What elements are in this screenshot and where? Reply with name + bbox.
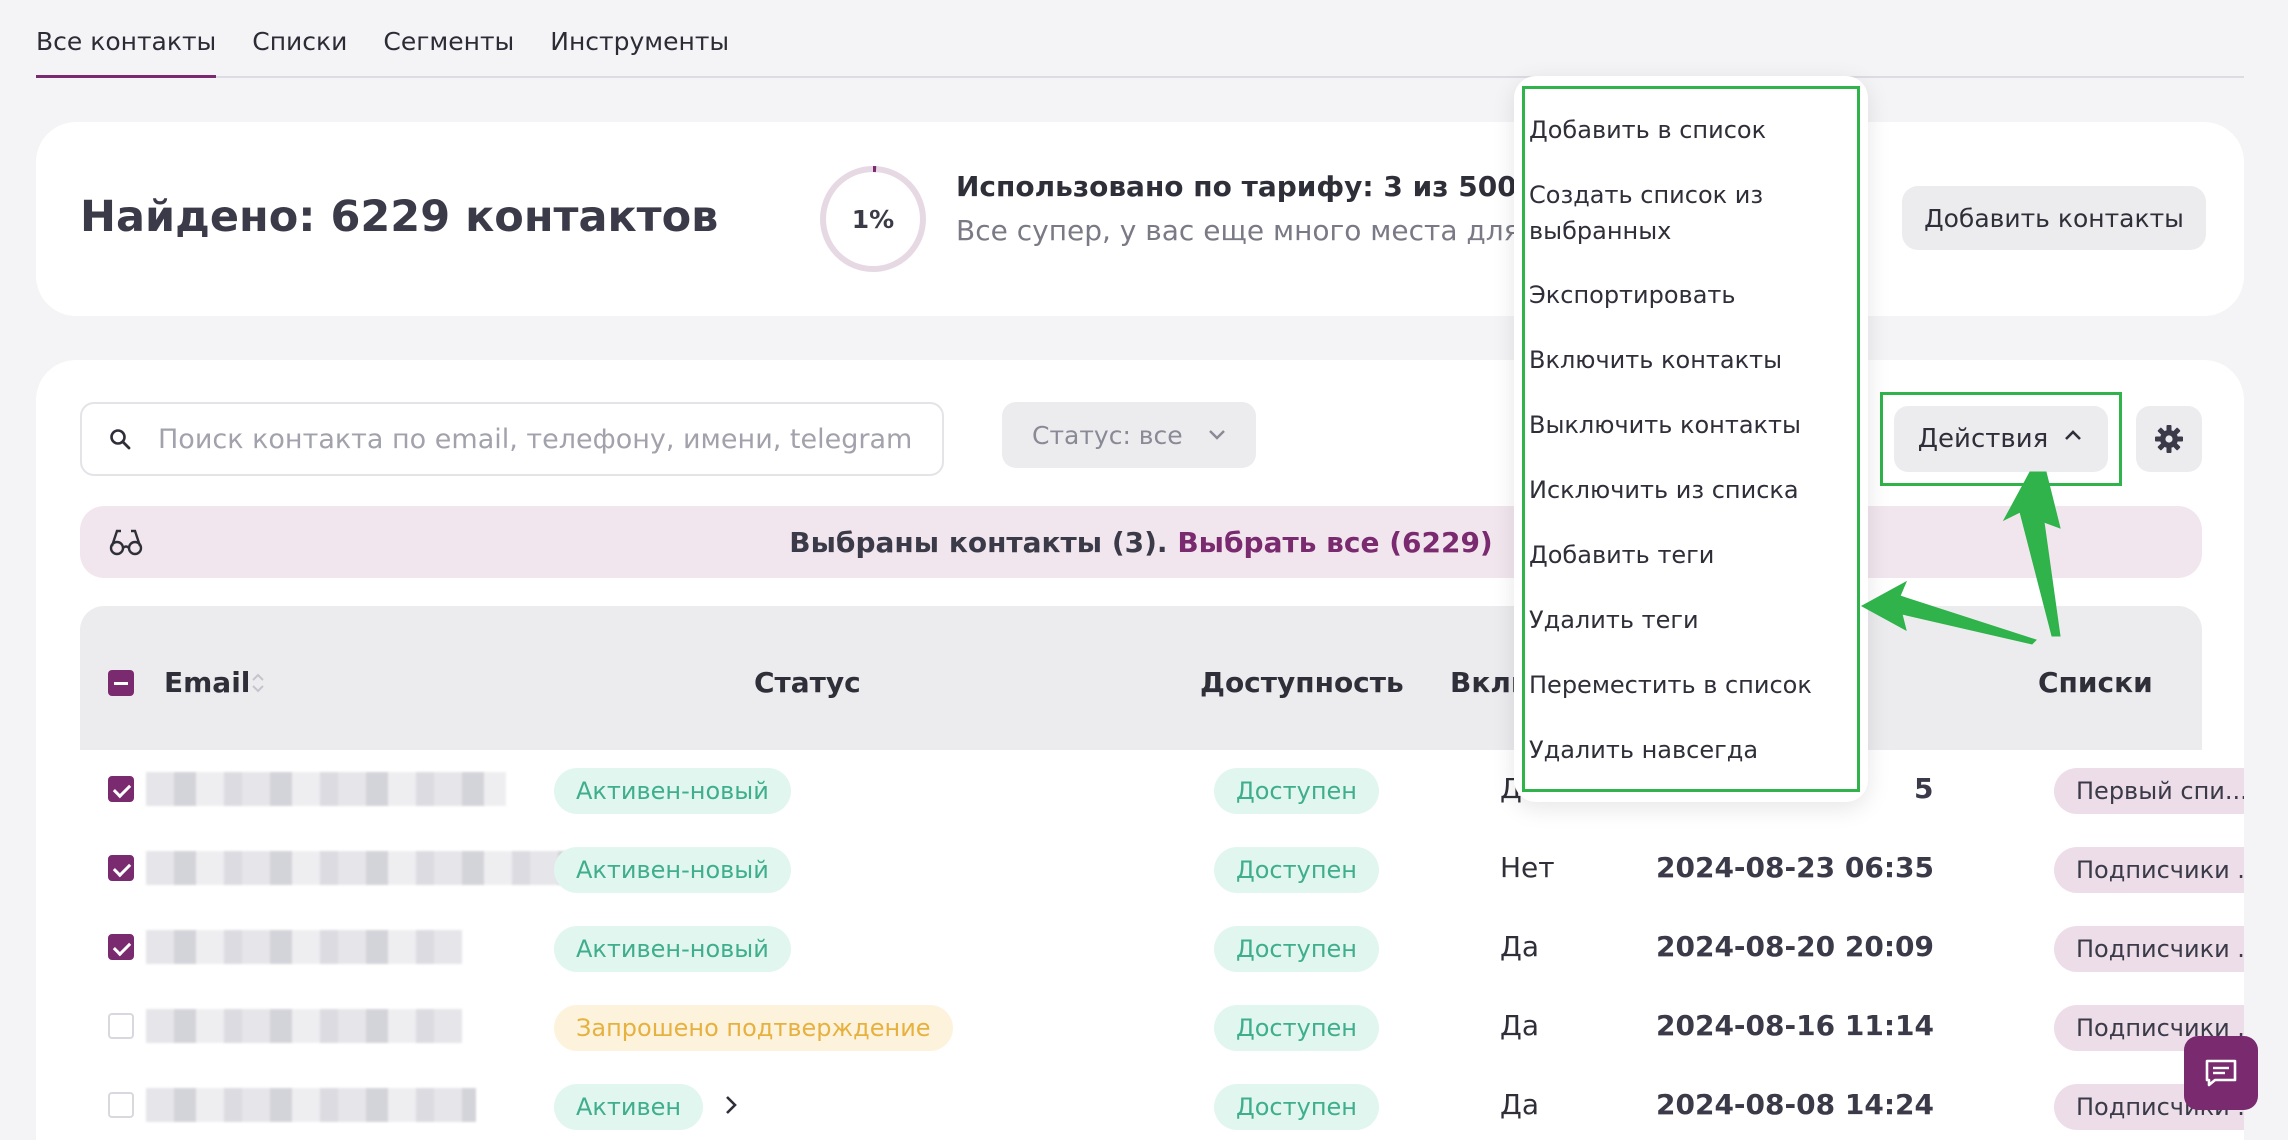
select-all-link[interactable]: Выбрать все (6229) [1177, 526, 1492, 559]
date-cell: 5 [1914, 772, 1934, 805]
contacts-card: Статус: все Действия [36, 360, 2244, 1140]
table-row[interactable]: Активен-новый Доступен Да 5 Первый спи..… [80, 750, 2244, 829]
usage-subtitle: Все супер, у вас еще много места для [956, 214, 1521, 247]
status-filter-label: Статус: все [1032, 420, 1183, 450]
list-badge: Подписчики ... [2054, 926, 2244, 972]
column-email[interactable]: Email [164, 666, 250, 699]
availability-badge: Доступен [1214, 847, 1379, 893]
chat-button[interactable] [2184, 1036, 2258, 1110]
menu-item-remove-tags[interactable]: Удалить теги [1529, 602, 1849, 638]
usage-progress-ring: 1% [818, 164, 928, 274]
actions-button[interactable]: Действия [1894, 406, 2108, 472]
table-row[interactable]: Активен-новый Доступен Да 2024-08-20 20:… [80, 908, 2244, 987]
row-checkbox[interactable] [108, 776, 134, 802]
tab-tools[interactable]: Инструменты [550, 27, 729, 76]
menu-item-add-to-list[interactable]: Добавить в список [1529, 112, 1849, 148]
status-badge: Запрошено подтверждение [554, 1005, 953, 1051]
select-all-checkbox[interactable] [108, 670, 134, 696]
menu-item-add-tags[interactable]: Добавить теги [1529, 537, 1849, 573]
status-badge: Активен-новый [554, 926, 791, 972]
row-checkbox[interactable] [108, 855, 134, 881]
enabled-cell: Да [1500, 930, 1540, 963]
availability-badge: Доступен [1214, 1084, 1379, 1130]
chevron-down-icon [1206, 422, 1228, 451]
tab-lists[interactable]: Списки [252, 27, 347, 76]
selection-bar: Выбраны контакты (3). Выбрать все (6229) [80, 506, 2202, 578]
chat-icon [2205, 1059, 2237, 1087]
menu-item-create-list[interactable]: Создать список из выбранных [1529, 177, 1849, 249]
menu-item-move-to-list[interactable]: Переместить в список [1529, 667, 1849, 703]
enabled-cell: Да [1500, 1009, 1540, 1042]
table-row[interactable]: Запрошено подтверждение Доступен Да 2024… [80, 987, 2244, 1066]
actions-button-label: Действия [1917, 424, 2049, 454]
email-blurred [146, 1009, 462, 1043]
status-badge: Активен [554, 1084, 704, 1130]
availability-badge: Доступен [1214, 1005, 1379, 1051]
availability-badge: Доступен [1214, 768, 1379, 814]
column-status: Статус [754, 666, 861, 699]
chevron-up-icon [2062, 424, 2084, 454]
date-cell: 2024-08-20 20:09 [1656, 930, 1934, 963]
column-availability: Доступность [1200, 666, 1404, 699]
tab-bar: Все контакты Списки Сегменты Инструменты [36, 0, 2244, 78]
row-checkbox[interactable] [108, 1092, 134, 1118]
page-title: Найдено: 6229 контактов [80, 192, 719, 242]
row-checkbox[interactable] [108, 1013, 134, 1039]
list-badge: Подписчики ... [2054, 847, 2244, 893]
tab-all-contacts[interactable]: Все контакты [36, 27, 217, 78]
settings-button[interactable] [2136, 406, 2202, 472]
search-input[interactable] [158, 423, 918, 455]
list-badge: Первый спи... [2054, 768, 2244, 814]
table-header: Email Статус Доступность Вклю Списки [80, 606, 2202, 750]
status-filter-select[interactable]: Статус: все [1002, 402, 1256, 468]
email-blurred [146, 1088, 476, 1122]
menu-item-exclude-from-list[interactable]: Исключить из списка [1529, 472, 1849, 508]
progress-percent: 1% [851, 204, 895, 234]
tab-segments[interactable]: Сегменты [383, 27, 514, 76]
menu-item-export[interactable]: Экспортировать [1529, 277, 1849, 313]
row-checkbox[interactable] [108, 934, 134, 960]
date-cell: 2024-08-08 14:24 [1656, 1088, 1934, 1121]
gear-icon [2155, 425, 2183, 453]
menu-item-enable-contacts[interactable]: Включить контакты [1529, 342, 1849, 378]
selection-text: Выбраны контакты (3). Выбрать все (6229) [80, 526, 2202, 559]
status-badge: Активен-новый [554, 768, 791, 814]
date-cell: 2024-08-23 06:35 [1656, 851, 1934, 884]
date-cell: 2024-08-16 11:14 [1656, 1009, 1934, 1042]
selected-count-text: Выбраны контакты (3). [789, 526, 1168, 559]
add-contacts-button[interactable]: Добавить контакты [1902, 186, 2206, 250]
table-row[interactable]: Активен Доступен Да 2024-08-08 14:24 Под… [80, 1066, 2244, 1140]
enabled-cell: Нет [1500, 851, 1555, 884]
chevron-right-icon[interactable] [720, 1090, 742, 1124]
sort-icon[interactable] [250, 670, 266, 700]
table-row[interactable]: Активен-новый Доступен Нет 2024-08-23 06… [80, 829, 2244, 908]
email-blurred [146, 930, 462, 964]
email-blurred [146, 772, 506, 806]
search-box [80, 402, 944, 476]
summary-card: Найдено: 6229 контактов 1% Использовано … [36, 122, 2244, 316]
column-lists: Списки [2038, 666, 2153, 699]
availability-badge: Доступен [1214, 926, 1379, 972]
search-icon [108, 425, 136, 453]
enabled-cell: Да [1500, 1088, 1540, 1121]
menu-item-delete-forever[interactable]: Удалить навсегда [1529, 732, 1849, 768]
menu-item-disable-contacts[interactable]: Выключить контакты [1529, 407, 1849, 443]
usage-title: Использовано по тарифу: 3 из 500 конт [956, 170, 1601, 203]
status-badge: Активен-новый [554, 847, 791, 893]
